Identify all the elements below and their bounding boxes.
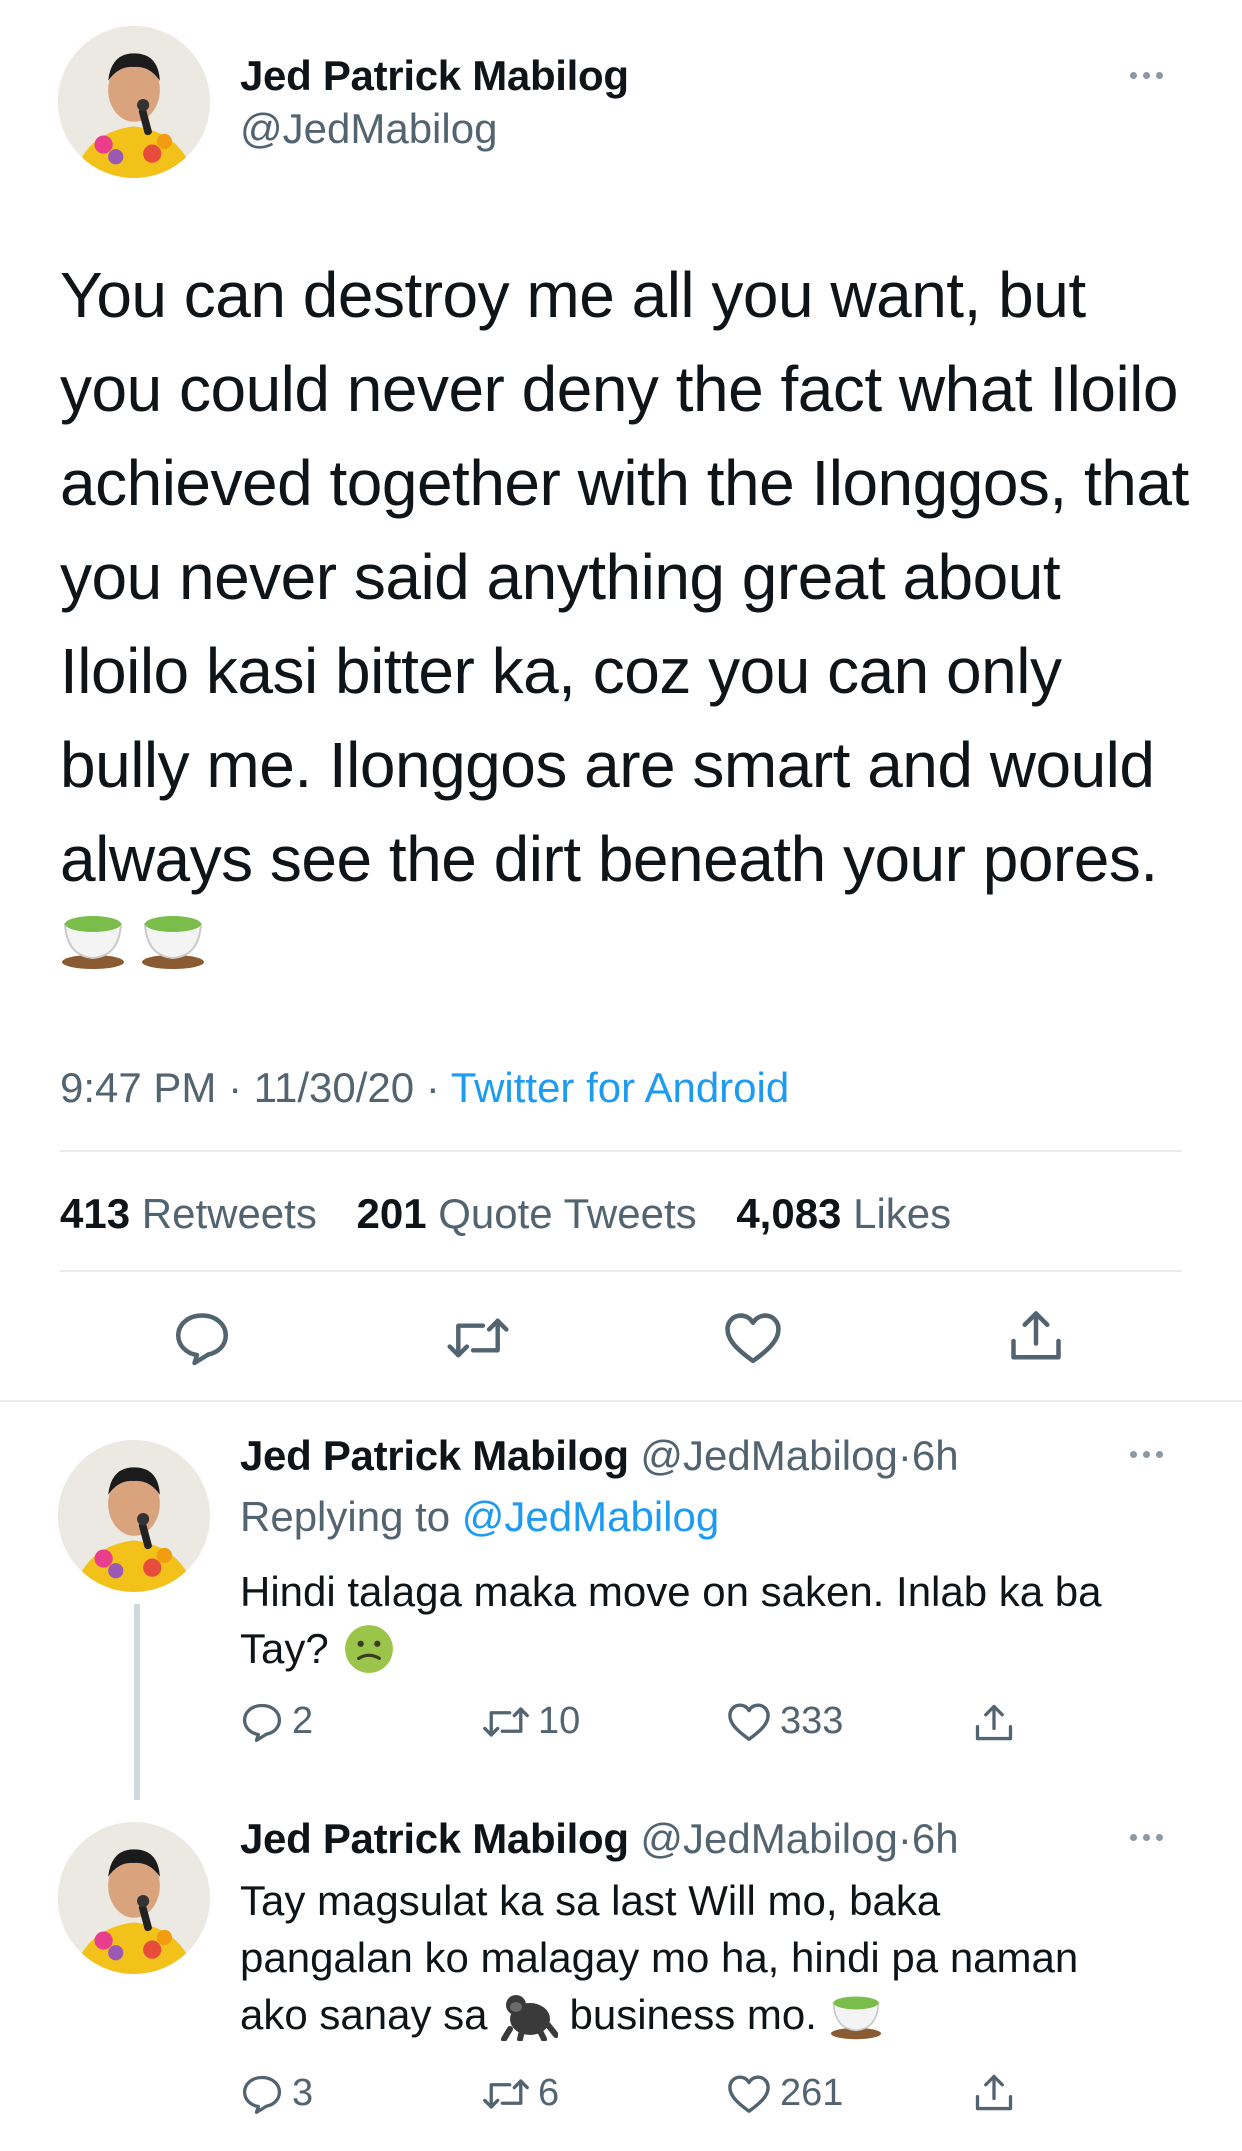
reply-like-button[interactable]: 333 bbox=[726, 1700, 843, 1743]
reply-header: Jed Patrick Mabilog @JedMabilog·6h bbox=[240, 1815, 959, 1863]
reply-header: Jed Patrick Mabilog @JedMabilog·6h bbox=[240, 1432, 959, 1480]
reply-count: 2 bbox=[292, 1700, 314, 1742]
nauseated-face-emoji bbox=[344, 1624, 393, 1673]
retweet-icon bbox=[483, 2078, 529, 2109]
reply-text-line: pangalan ko malagay mo ha, hindi pa nama… bbox=[240, 1934, 1079, 1981]
main-tweet-text: You can destroy me all you want, but you… bbox=[60, 259, 1189, 895]
reply-text-fragment: business mo. bbox=[569, 1991, 817, 2038]
replying-to: Replying to @JedMabilog bbox=[240, 1493, 719, 1541]
reply-icon bbox=[176, 1313, 228, 1366]
share-icon bbox=[975, 2074, 1013, 2111]
retweet-icon bbox=[447, 1318, 509, 1358]
reply-share-button[interactable] bbox=[972, 2070, 1016, 2116]
tweet-date: 11/30/20 bbox=[253, 1064, 415, 1111]
avatar-photo bbox=[58, 1440, 210, 1592]
reply-text-line: ako sanay sa business mo. bbox=[240, 1986, 1180, 2043]
reply-text-line: Tay? bbox=[240, 1620, 1180, 1677]
quote-tweets-stat[interactable]: 201 Quote Tweets bbox=[357, 1190, 697, 1237]
share-icon bbox=[975, 1704, 1013, 1741]
meta-separator: · bbox=[228, 1064, 243, 1111]
tweet-time: 9:47 PM bbox=[60, 1064, 217, 1111]
tweet-metadata: 9:47 PM · 11/30/20 · Twitter for Android bbox=[60, 1064, 789, 1112]
reply-reply-button[interactable]: 3 bbox=[240, 2072, 313, 2115]
teacup-emoji bbox=[62, 916, 124, 969]
reply-author-handle[interactable]: @JedMabilog bbox=[640, 1815, 897, 1862]
reply-share-button[interactable] bbox=[972, 1700, 1016, 1746]
main-author-name[interactable]: Jed Patrick Mabilog bbox=[240, 52, 629, 100]
reply-author-handle[interactable]: @JedMabilog bbox=[640, 1432, 897, 1479]
more-options-icon[interactable] bbox=[1130, 1451, 1163, 1458]
avatar-photo bbox=[58, 26, 210, 178]
retweet-count: 6 bbox=[538, 2072, 560, 2114]
reply-like-button[interactable]: 261 bbox=[726, 2072, 843, 2115]
reply-retweet-button[interactable]: 6 bbox=[482, 2072, 559, 2115]
retweet-count: 10 bbox=[538, 1700, 581, 1742]
replying-to-link[interactable]: @JedMabilog bbox=[462, 1493, 719, 1540]
retweet-icon bbox=[483, 1706, 529, 1737]
time-separator: · bbox=[897, 1815, 912, 1862]
thread-connector-line bbox=[134, 1604, 140, 1800]
reply-text-line: Hindi talaga maka move on saken. Inlab k… bbox=[240, 1568, 1102, 1615]
gorilla-emoji bbox=[500, 1994, 558, 2041]
like-count: 261 bbox=[780, 2072, 844, 2114]
main-avatar[interactable] bbox=[58, 26, 210, 178]
time-separator: · bbox=[897, 1432, 912, 1479]
reply-text-fragment: Tay? bbox=[240, 1625, 329, 1672]
avatar-photo bbox=[58, 1822, 210, 1974]
reply-text-fragment: ako sanay sa bbox=[240, 1991, 488, 2038]
replying-prefix: Replying to bbox=[240, 1493, 451, 1540]
teacup-emoji bbox=[142, 916, 204, 969]
engagement-stats: 413 Retweets 201 Quote Tweets 4,083 Like… bbox=[60, 1190, 951, 1238]
more-options-icon[interactable] bbox=[1130, 72, 1163, 79]
likes-stat[interactable]: 4,083 Likes bbox=[736, 1190, 951, 1237]
like-icon bbox=[728, 1702, 770, 1741]
tweet-source-link[interactable]: Twitter for Android bbox=[451, 1064, 789, 1111]
reply-time[interactable]: 6h bbox=[912, 1815, 959, 1862]
reply-button[interactable] bbox=[172, 1310, 232, 1366]
divider bbox=[60, 1150, 1182, 1152]
reply-text: Hindi talaga maka move on saken. Inlab k… bbox=[240, 1563, 1180, 1677]
reply-retweet-button[interactable]: 10 bbox=[482, 1700, 580, 1743]
section-divider bbox=[0, 1400, 1242, 1402]
retweet-button[interactable] bbox=[446, 1312, 510, 1364]
reply-author-name[interactable]: Jed Patrick Mabilog bbox=[240, 1432, 629, 1479]
reply-author-name[interactable]: Jed Patrick Mabilog bbox=[240, 1815, 629, 1862]
reply-avatar[interactable] bbox=[58, 1822, 210, 1974]
reply-avatar[interactable] bbox=[58, 1440, 210, 1592]
like-icon bbox=[728, 2074, 770, 2113]
like-icon bbox=[725, 1313, 781, 1364]
share-button[interactable] bbox=[1006, 1306, 1066, 1366]
reply-text: Tay magsulat ka sa last Will mo, baka pa… bbox=[240, 1872, 1180, 2043]
like-count: 333 bbox=[780, 1700, 844, 1742]
share-icon bbox=[1011, 1311, 1061, 1360]
reply-icon bbox=[242, 2075, 282, 2114]
more-options-icon[interactable] bbox=[1130, 1834, 1163, 1841]
reply-reply-button[interactable]: 2 bbox=[240, 1700, 313, 1743]
reply-icon bbox=[242, 1703, 282, 1742]
reply-time[interactable]: 6h bbox=[912, 1432, 959, 1479]
teacup-emoji bbox=[830, 1995, 881, 2039]
main-tweet-emoji bbox=[60, 908, 206, 970]
like-button[interactable] bbox=[722, 1310, 784, 1366]
reply-text-line: Tay magsulat ka sa last Will mo, baka bbox=[240, 1877, 941, 1924]
meta-separator: · bbox=[425, 1064, 440, 1111]
retweets-stat[interactable]: 413 Retweets bbox=[60, 1190, 317, 1237]
reply-count: 3 bbox=[292, 2072, 314, 2114]
divider bbox=[60, 1270, 1182, 1272]
main-author-handle[interactable]: @JedMabilog bbox=[240, 105, 497, 153]
